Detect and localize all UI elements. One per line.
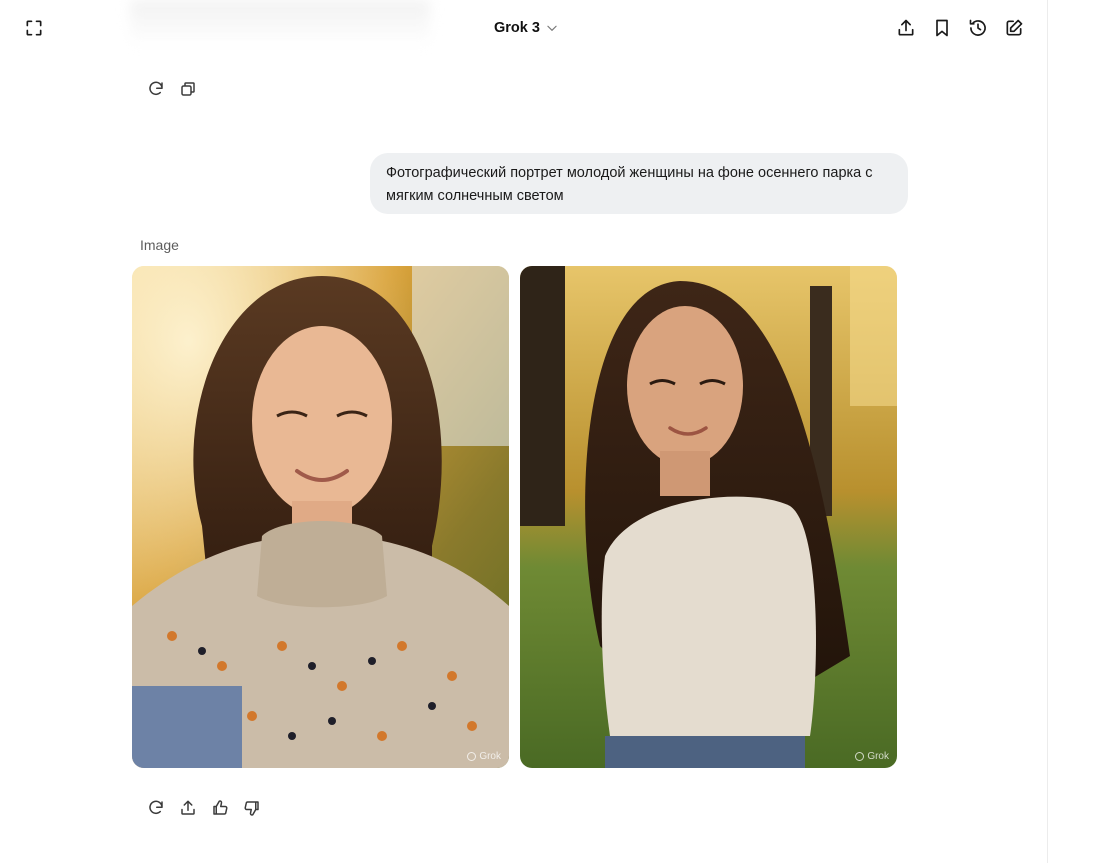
thumbs-up-button[interactable] [208, 796, 232, 820]
grok-watermark: Grok [467, 751, 501, 762]
model-selector[interactable]: Grok 3 [494, 18, 559, 38]
user-message-text: Фотографический портрет молодой женщины … [386, 165, 873, 204]
share-icon [898, 19, 914, 36]
grok-logo-icon [855, 752, 865, 761]
edit-icon [1006, 19, 1023, 36]
faded-previous-content [130, 0, 430, 46]
image-section-label: Image [140, 237, 179, 253]
new-chat-button[interactable] [1000, 14, 1028, 42]
generated-image-1[interactable]: Grok [132, 266, 509, 768]
fullscreen-button[interactable] [20, 14, 48, 42]
user-message-bubble: Фотографический портрет молодой женщины … [370, 153, 908, 214]
fullscreen-icon [26, 20, 42, 36]
chevron-down-icon [547, 25, 557, 31]
copy-button[interactable] [176, 77, 200, 101]
watermark-text: Grok [479, 751, 501, 762]
copy-icon [181, 82, 195, 96]
grok-watermark: Grok [855, 751, 889, 762]
share-button[interactable] [892, 14, 920, 42]
grok-logo-icon [467, 752, 477, 761]
portrait-photo [520, 266, 897, 768]
portrait-photo [132, 266, 509, 768]
history-icon [969, 19, 986, 36]
regenerate-button[interactable] [144, 77, 168, 101]
panel-divider [1047, 0, 1048, 863]
thumbs-down-button[interactable] [240, 796, 264, 820]
regenerate-response-button[interactable] [144, 796, 168, 820]
share-response-button[interactable] [176, 796, 200, 820]
thumbs-down-icon [244, 801, 259, 816]
bookmark-button[interactable] [928, 14, 956, 42]
share-icon [181, 800, 195, 815]
regenerate-icon [149, 81, 163, 96]
generated-image-2[interactable]: Grok [520, 266, 897, 768]
model-name: Grok 3 [494, 20, 540, 36]
history-button[interactable] [964, 14, 992, 42]
watermark-text: Grok [867, 751, 889, 762]
bookmark-icon [936, 19, 948, 37]
thumbs-up-icon [213, 800, 228, 815]
regenerate-icon [149, 800, 163, 815]
